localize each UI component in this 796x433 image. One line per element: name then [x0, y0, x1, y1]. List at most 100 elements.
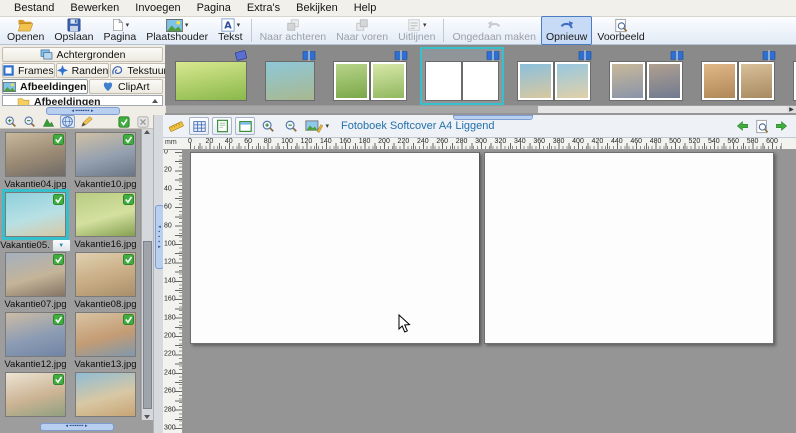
spread-view-icon[interactable]	[235, 117, 255, 135]
page-strip-scrollbar[interactable]: ▶	[165, 105, 796, 113]
category-achtergronden-button[interactable]: Achtergronden	[2, 47, 163, 62]
folder-tree-item-afbeeldingen[interactable]: Afbeeldingen	[3, 96, 162, 106]
deselect-x-icon[interactable]	[135, 115, 150, 128]
category-tekstuur-button[interactable]: Tekstuur	[110, 63, 168, 78]
photo-thumb-vakantie15-png[interactable]: Vakantie15.png	[74, 372, 137, 420]
previous-page-icon[interactable]	[736, 120, 749, 132]
photo-image[interactable]	[75, 252, 136, 297]
menu-help[interactable]: Help	[346, 1, 385, 16]
rename-pen-icon[interactable]	[79, 115, 94, 128]
photo-thumb-vakantie14-jpg[interactable]: Vakantie14.jpg	[4, 372, 67, 420]
toolbar-button-opnieuw[interactable]: Opnieuw	[541, 16, 592, 45]
page-strip-item-pagina-2-3[interactable]: Pagina 2 + 3	[328, 47, 412, 105]
page-thumbnail[interactable]	[265, 61, 315, 101]
left-page[interactable]	[190, 152, 480, 344]
page-thumbnail[interactable]	[701, 61, 775, 101]
page-strip-item-pagina-6-7[interactable]: Pagina 6 + 7	[512, 47, 596, 105]
photo-image[interactable]	[75, 312, 136, 357]
toolbar-button-plaatshouder[interactable]: ▾Plaatshouder	[141, 16, 213, 45]
category-randen-button[interactable]: Randen	[56, 63, 110, 78]
thumbnail-size-icon[interactable]	[41, 115, 56, 128]
dropdown-arrow-icon[interactable]: ▾	[423, 22, 427, 29]
category-frames-button[interactable]: Frames	[2, 63, 55, 78]
photo-thumb-vakantie12-jpg[interactable]: Vakantie12.jpg	[4, 312, 67, 372]
page-strip-item-cover[interactable]: Cover	[170, 47, 252, 105]
photo-image[interactable]	[5, 132, 66, 177]
canvas-zoom-in-icon[interactable]	[258, 117, 278, 135]
photo-thumb-vakantie05[interactable]: Vakantie05.▼	[4, 192, 67, 252]
page-thumbnail[interactable]	[333, 61, 407, 101]
tab-afbeeldingen[interactable]: Afbeeldingen	[2, 79, 88, 94]
photo-image[interactable]	[5, 372, 66, 417]
tab-clipart[interactable]: ClipArt	[89, 79, 163, 94]
page-thumbnail[interactable]	[425, 61, 499, 101]
menu-bekijken[interactable]: Bekijken	[288, 1, 346, 16]
menu-bewerken[interactable]: Bewerken	[62, 1, 127, 16]
photo-thumb-vakantie13-jpg[interactable]: Vakantie13.jpg	[74, 312, 137, 372]
toolbar-button-uitlijnen[interactable]: ▾Uitlijnen	[393, 16, 440, 45]
redo-icon	[559, 19, 575, 32]
photo-thumb-vakantie16-jpg[interactable]: Vakantie16.jpg	[74, 192, 137, 252]
checkmark-badge-icon	[53, 254, 64, 265]
page-thumbnail[interactable]	[517, 61, 591, 101]
single-page-view-icon[interactable]	[212, 117, 232, 135]
menu-invoegen[interactable]: Invoegen	[127, 1, 188, 16]
image-edit-icon[interactable]: ▾	[304, 117, 330, 135]
ruler-toggle-icon[interactable]	[166, 117, 186, 135]
scroll-down-icon[interactable]	[144, 415, 150, 419]
refresh-globe-icon[interactable]	[60, 115, 75, 128]
toolbar-button-ongedaan-maken[interactable]: Ongedaan maken	[447, 16, 540, 45]
page-strip-item-pagina-1[interactable]: Pagina 1	[260, 47, 320, 105]
zoom-out-icon[interactable]	[22, 115, 37, 128]
grid-toggle-icon[interactable]	[189, 117, 209, 135]
photo-image[interactable]	[75, 132, 136, 177]
canvas-view[interactable]	[183, 150, 796, 433]
page-thumbnail[interactable]	[609, 61, 683, 101]
dropdown-arrow-icon[interactable]: ▾	[126, 22, 130, 29]
folder-tree-spinner[interactable]	[149, 97, 161, 106]
toolbar-button-opslaan[interactable]: Opslaan	[49, 16, 98, 45]
preview-page-icon[interactable]	[755, 119, 769, 134]
page-strip-item-pagina-4-5[interactable]: Pagina 4 + 5▼	[420, 47, 504, 105]
photo-image[interactable]	[5, 312, 66, 357]
page-strip-item-pagina-8-9[interactable]: Pagina 8 + 9	[604, 47, 688, 105]
page-strip-item-pagina-10-11[interactable]: Pagina 10 + 11	[696, 47, 780, 105]
photo-image[interactable]	[75, 192, 136, 237]
select-all-check-icon[interactable]	[116, 115, 131, 128]
toolbar-button-openen[interactable]: Openen	[2, 16, 49, 45]
scroll-right-icon[interactable]: ▶	[787, 106, 796, 113]
spin-up-icon[interactable]	[152, 99, 158, 103]
photo-thumb-vakantie10-jpg[interactable]: Vakantie10.jpg	[74, 132, 137, 192]
scrollbar-thumb[interactable]	[143, 241, 152, 409]
panel-splitter-handle[interactable]: ◂ ▪▪▪▪▪▪▪▪ ▸	[40, 423, 114, 431]
photo-image[interactable]	[5, 192, 66, 237]
photo-thumb-vakantie07-jpg[interactable]: Vakantie07.jpg	[4, 252, 67, 312]
toolbar-button-tekst[interactable]: A▾Tekst	[213, 16, 248, 45]
menu-pagina[interactable]: Pagina	[189, 1, 239, 16]
photo-image[interactable]	[75, 372, 136, 417]
toolbar-button-naar-voren[interactable]: Naar voren	[331, 16, 393, 45]
menu-extra-s[interactable]: Extra's	[239, 1, 288, 16]
page-strip-item-pagina-12-13[interactable]: Pagina 12 + 13	[788, 47, 796, 105]
right-page[interactable]	[484, 152, 774, 344]
scrollbar-thumb[interactable]	[166, 106, 538, 113]
panel-splitter-handle[interactable]: ◂ ▪▪▪▪▪▪▪▪ ▸	[46, 107, 120, 115]
menu-bestand[interactable]: Bestand	[6, 1, 62, 16]
dropdown-arrow-icon[interactable]: ▾	[185, 22, 189, 29]
photo-image[interactable]	[5, 252, 66, 297]
photo-thumb-vakantie04-jpg[interactable]: Vakantie04.jpg	[4, 132, 67, 192]
photo-grid-scrollbar[interactable]	[141, 129, 153, 420]
toolbar-button-voorbeeld[interactable]: Voorbeeld	[592, 16, 649, 45]
toolbar-button-naar-achteren[interactable]: Naar achteren	[255, 16, 332, 45]
collapsed-splitter-handle[interactable]	[453, 115, 533, 120]
page-thumbnail[interactable]	[175, 61, 247, 101]
scroll-up-icon[interactable]	[144, 130, 150, 134]
dropdown-arrow-icon[interactable]: ▾	[325, 123, 329, 130]
photo-dropdown-button[interactable]: ▼	[52, 239, 71, 252]
photo-thumb-vakantie08-jpg[interactable]: Vakantie08.jpg	[74, 252, 137, 312]
next-page-icon[interactable]	[775, 120, 788, 132]
canvas-zoom-out-icon[interactable]	[281, 117, 301, 135]
zoom-in-icon[interactable]	[3, 115, 18, 128]
toolbar-button-pagina[interactable]: ▾Pagina	[98, 16, 141, 45]
dropdown-arrow-icon[interactable]: ▾	[237, 22, 241, 29]
